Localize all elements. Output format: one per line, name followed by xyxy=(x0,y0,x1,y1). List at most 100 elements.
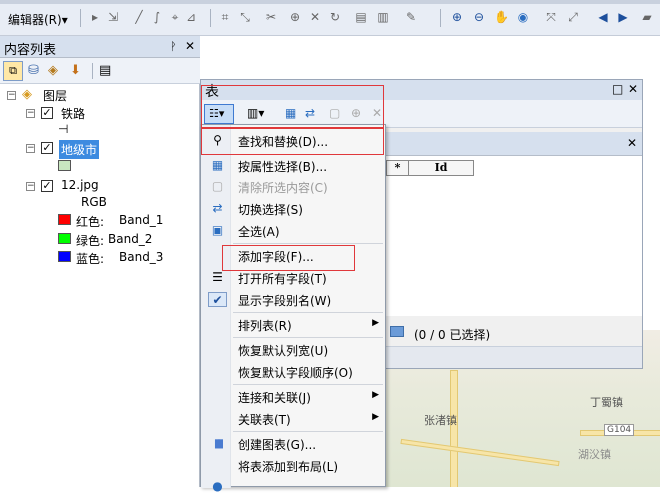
menu-separator xyxy=(233,384,383,385)
clear-selection-icon[interactable]: ▢ xyxy=(329,106,340,120)
forward-arrow-icon[interactable]: ▶ xyxy=(616,10,630,24)
rotate-icon[interactable]: ↻ xyxy=(328,10,342,24)
options-icon[interactable]: ▤ xyxy=(99,63,111,78)
maximize-icon[interactable]: □ xyxy=(612,82,623,96)
layer-visibility-checkbox[interactable]: ✓ xyxy=(41,180,53,192)
collapse-icon[interactable]: − xyxy=(26,109,35,118)
menu-item-label: 连接和关联(J) xyxy=(238,391,311,405)
layers-icon: ◈ xyxy=(22,87,32,102)
close-icon[interactable]: ✕ xyxy=(185,39,195,53)
submenu-arrow-icon: ▶ xyxy=(372,318,379,328)
layer-name-raster[interactable]: 12.jpg xyxy=(61,178,99,192)
edit-annotation-icon[interactable]: ⇲ xyxy=(106,10,120,24)
point-tool-icon[interactable]: ⌖ xyxy=(168,10,182,24)
straight-segment-icon[interactable]: ╱ xyxy=(132,10,146,24)
intersect-icon[interactable]: ✕ xyxy=(308,10,322,24)
menu-item-label: 按属性选择(B)... xyxy=(238,160,328,174)
menu-item-select-all[interactable]: ▣ 全选(A) xyxy=(201,220,385,241)
menu-item-clear-selection[interactable]: ▢ 清除所选内容(C) xyxy=(201,176,385,197)
editor-menu-button[interactable]: 编辑器(R)▾ xyxy=(8,11,68,28)
show-records-icon[interactable] xyxy=(390,326,404,337)
layer-group-name[interactable]: 图层 xyxy=(43,87,67,104)
chart-icon: ▮▮ xyxy=(213,436,224,450)
edit-tool-icon[interactable]: ▸ xyxy=(88,10,102,24)
list-by-drawing-order-icon[interactable]: ⧉ xyxy=(3,61,23,81)
reshape-icon[interactable]: ⤡ xyxy=(238,10,252,24)
zoom-to-selected-icon[interactable]: ⊕ xyxy=(351,106,361,120)
fixed-zoom-in-icon[interactable]: ⤧ xyxy=(544,10,558,24)
layer-name-railway[interactable]: 铁路 xyxy=(61,105,85,122)
toc-title-bar: 内容列表 ᚹ ✕ xyxy=(0,36,200,58)
toolbar-top-strip xyxy=(0,0,660,4)
full-extent-globe-icon[interactable]: ◉ xyxy=(516,10,530,24)
zoom-out-icon[interactable]: ⊖ xyxy=(472,10,486,24)
polygon-fill-swatch xyxy=(58,160,71,171)
attributes-icon[interactable]: ▤ xyxy=(354,10,368,24)
table-title: 表 xyxy=(205,84,219,100)
menu-item-partial[interactable]: ● xyxy=(201,479,385,500)
sketch-properties-icon[interactable]: ▥ xyxy=(376,10,390,24)
column-header[interactable]: * xyxy=(386,160,409,176)
menu-item-label: 创建图表(G)... xyxy=(238,438,317,452)
column-header[interactable]: Id xyxy=(408,160,474,176)
menu-item-add-field[interactable]: 添加字段(F)... xyxy=(201,245,385,266)
split-tool-icon[interactable]: ⊕ xyxy=(288,10,302,24)
layer-visibility-checkbox[interactable]: ✓ xyxy=(41,107,53,119)
create-features-icon[interactable]: ✎ xyxy=(404,10,418,24)
menu-item-joins-relates[interactable]: 连接和关联(J) ▶ xyxy=(201,386,385,407)
menu-item-create-graph[interactable]: ▮▮ 创建图表(G)... xyxy=(201,433,385,454)
menu-item-arrange-tables[interactable]: 排列表(R) ▶ xyxy=(201,314,385,335)
related-tables-icon[interactable]: ▥▾ xyxy=(247,106,264,120)
layer-name-city[interactable]: 地级市 xyxy=(59,140,100,159)
menu-item-select-by-attributes[interactable]: ▦ 按属性选择(B)... xyxy=(201,155,385,176)
select-by-attributes-icon[interactable]: ▦ xyxy=(285,106,296,120)
band-color-label: 红色: xyxy=(76,215,105,229)
toolbar-separator xyxy=(440,9,441,27)
curve-segment-icon[interactable]: ∫ xyxy=(150,10,164,24)
menu-separator xyxy=(233,337,383,338)
close-tab-icon[interactable]: ✕ xyxy=(627,136,637,150)
list-by-source-icon[interactable]: ⛁ xyxy=(28,63,39,78)
main-toolbar: 编辑器(R)▾ ▸ ⇲ ╱ ∫ ⌖ ⊿ ⌗ ⤡ ✂ ⊕ ✕ ↻ ▤ ▥ ✎ ⊕ … xyxy=(0,0,660,36)
toc-toolbar: ⧉ ⛁ ◈ ⬇ ▤ xyxy=(0,58,200,84)
attribute-grid[interactable]: * Id xyxy=(386,156,642,316)
toolbar-separator xyxy=(92,63,93,79)
table-options-menu: ⚲ 查找和替换(D)... ▦ 按属性选择(B)... ▢ 清除所选内容(C) … xyxy=(200,124,386,493)
menu-item-show-field-aliases[interactable]: ✔ 显示字段别名(W) xyxy=(201,289,385,310)
menu-item-restore-column-widths[interactable]: 恢复默认列宽(U) xyxy=(201,339,385,360)
layer-visibility-checkbox[interactable]: ✓ xyxy=(41,142,53,154)
map-label: 张渚镇 xyxy=(424,414,457,427)
band-name: Band_3 xyxy=(119,250,164,264)
select-features-icon[interactable]: ▰ xyxy=(640,10,654,24)
highway-shield: G104 xyxy=(604,424,635,436)
switch-selection-icon[interactable]: ⇄ xyxy=(305,106,315,120)
pan-hand-icon[interactable]: ✋ xyxy=(494,10,509,24)
pin-icon[interactable]: ᚹ xyxy=(170,40,177,53)
collapse-icon[interactable]: − xyxy=(26,144,35,153)
toolbar-separator xyxy=(80,9,81,27)
menu-item-label: 恢复默认列宽(U) xyxy=(238,344,329,358)
fixed-zoom-out-icon[interactable]: ⤢ xyxy=(566,10,580,24)
band-name: Band_2 xyxy=(108,232,153,246)
cut-polygons-icon[interactable]: ✂ xyxy=(264,10,278,24)
construction-tools-icon[interactable]: ⊿ xyxy=(184,10,198,24)
menu-item-switch-selection[interactable]: ⇄ 切换选择(S) xyxy=(201,198,385,219)
collapse-icon[interactable]: − xyxy=(7,91,16,100)
menu-item-label: 将表添加到布局(L) xyxy=(238,460,339,474)
table-options-button[interactable]: ☷▾ xyxy=(204,104,234,124)
menu-item-restore-field-order[interactable]: 恢复默认字段顺序(O) xyxy=(201,361,385,382)
list-by-selection-icon[interactable]: ⬇ xyxy=(70,63,81,78)
close-icon[interactable]: ✕ xyxy=(628,82,638,96)
menu-item-find-replace[interactable]: ⚲ 查找和替换(D)... xyxy=(201,130,385,151)
submenu-arrow-icon: ▶ xyxy=(372,412,379,422)
edit-vertices-icon[interactable]: ⌗ xyxy=(218,10,232,24)
menu-item-label: 全选(A) xyxy=(238,225,280,239)
menu-item-related-tables[interactable]: 关联表(T) ▶ xyxy=(201,408,385,429)
menu-item-add-table-to-layout[interactable]: 将表添加到布局(L) xyxy=(201,455,385,476)
zoom-in-icon[interactable]: ⊕ xyxy=(450,10,464,24)
delete-selected-icon[interactable]: ✕ xyxy=(372,106,382,120)
back-arrow-icon[interactable]: ◀ xyxy=(596,10,610,24)
menu-item-turn-all-fields-on[interactable]: ☰ 打开所有字段(T) xyxy=(201,267,385,288)
list-by-visibility-icon[interactable]: ◈ xyxy=(48,63,58,78)
collapse-icon[interactable]: − xyxy=(26,182,35,191)
